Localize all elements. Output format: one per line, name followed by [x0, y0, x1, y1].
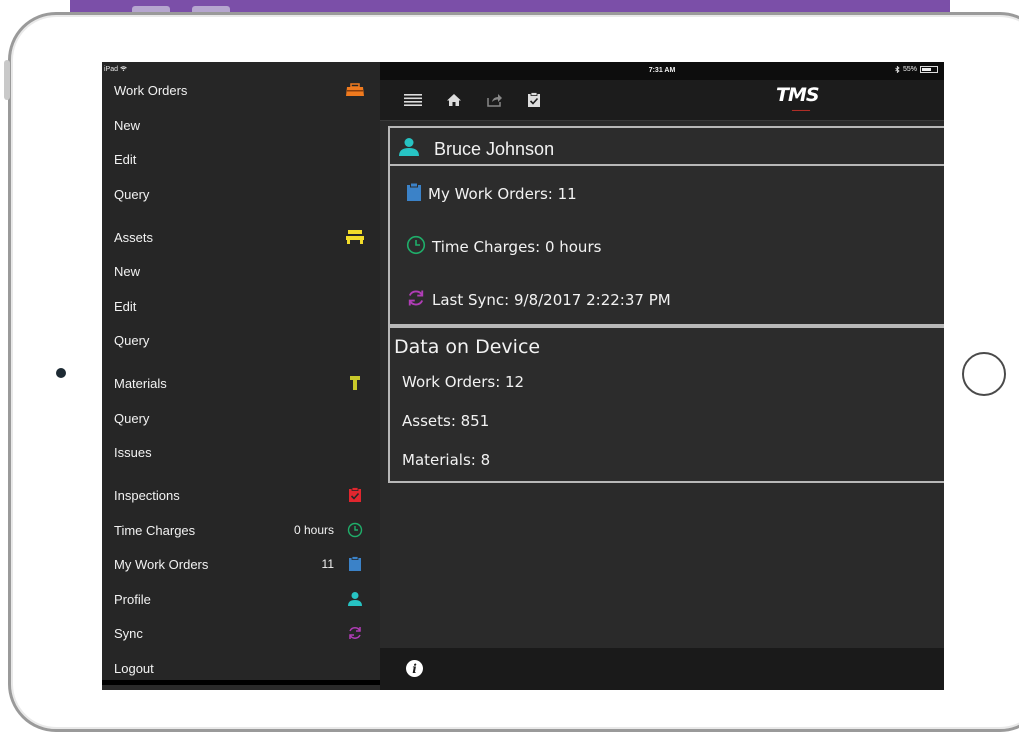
inspection-clipboard-icon — [344, 485, 366, 505]
sidebar-item-materials[interactable]: Materials — [114, 373, 366, 393]
volume-button — [4, 60, 10, 100]
sidebar-item-work-orders-new[interactable]: New — [114, 115, 366, 135]
status-bar: 7:31 AM 55% — [380, 62, 944, 80]
status-time: 7:31 AM — [648, 67, 676, 74]
main-content: 7:31 AM 55% TMS ━━━━━━ Bruce Johnson My … — [380, 62, 944, 690]
menu-button[interactable] — [402, 90, 424, 110]
sidebar-menu: iPad Work Orders New Edit Query Assets N… — [102, 62, 380, 685]
user-summary-panel: My Work Orders: 11 Time Charges: 0 hours… — [388, 164, 944, 326]
sidebar-bottom-edge — [102, 680, 380, 685]
info-button[interactable]: i — [406, 660, 423, 677]
share-button[interactable] — [484, 90, 506, 110]
sidebar-item-inspections[interactable]: Inspections — [114, 485, 366, 505]
sync-icon — [406, 288, 426, 312]
sidebar-item-work-orders[interactable]: Work Orders — [114, 80, 366, 100]
assets-icon — [344, 227, 366, 247]
checklist-button[interactable] — [523, 90, 545, 110]
user-header-panel: Bruce Johnson — [388, 126, 944, 166]
device-assets-count: Assets: 851 — [402, 412, 490, 430]
sync-icon — [344, 623, 366, 643]
my-work-orders-count: 11 — [321, 557, 334, 571]
user-icon — [398, 137, 420, 162]
sidebar-item-materials-query[interactable]: Query — [114, 408, 366, 428]
home-nav-button[interactable] — [443, 90, 465, 110]
share-icon — [487, 94, 502, 107]
device-work-orders-count: Work Orders: 12 — [402, 373, 525, 391]
sidebar-item-my-work-orders[interactable]: My Work Orders 11 — [114, 554, 366, 574]
toolbox-icon — [344, 80, 366, 100]
battery-indicator: 55% — [895, 66, 938, 73]
clipboard-check-icon — [528, 92, 540, 107]
sidebar-item-time-charges[interactable]: Time Charges 0 hours — [114, 520, 366, 540]
bottom-toolbar: i — [380, 648, 944, 690]
last-sync-row[interactable]: Last Sync: 9/8/2017 2:22:37 PM — [406, 288, 671, 312]
sidebar-item-assets-query[interactable]: Query — [114, 330, 366, 350]
sidebar-item-logout[interactable]: Logout — [114, 658, 366, 678]
user-icon — [344, 589, 366, 609]
wifi-icon — [120, 66, 127, 71]
sidebar-item-materials-issues[interactable]: Issues — [114, 442, 366, 462]
clipboard-icon — [344, 554, 366, 574]
materials-icon — [344, 373, 366, 393]
clock-icon — [406, 235, 426, 259]
data-on-device-title: Data on Device — [394, 336, 541, 358]
sidebar-item-sync[interactable]: Sync — [114, 623, 366, 643]
sidebar-item-assets[interactable]: Assets — [114, 227, 366, 247]
battery-percent: 55% — [902, 66, 917, 73]
time-charges-value: 0 hours — [293, 523, 334, 537]
sidebar-item-work-orders-query[interactable]: Query — [114, 184, 366, 204]
time-charges-row[interactable]: Time Charges: 0 hours — [406, 235, 601, 259]
clock-icon — [344, 520, 366, 540]
hamburger-icon — [404, 94, 422, 106]
home-button[interactable] — [962, 352, 1006, 396]
my-work-orders-row[interactable]: My Work Orders: 11 — [406, 182, 577, 206]
sidebar-item-profile[interactable]: Profile — [114, 589, 366, 609]
user-name: Bruce Johnson — [434, 139, 555, 159]
app-screen: iPad Work Orders New Edit Query Assets N… — [102, 62, 944, 690]
front-camera — [56, 368, 66, 378]
home-icon — [447, 94, 461, 106]
battery-icon — [920, 66, 938, 73]
sidebar-item-assets-edit[interactable]: Edit — [114, 296, 366, 316]
clipboard-icon — [406, 182, 422, 206]
device-materials-count: Materials: 8 — [402, 451, 491, 469]
info-icon: i — [412, 661, 417, 676]
logo-tagline: ━━━━━━ — [792, 108, 811, 114]
sidebar-item-work-orders-edit[interactable]: Edit — [114, 149, 366, 169]
sidebar-item-assets-new[interactable]: New — [114, 261, 366, 281]
data-on-device-panel: Data on Device Work Orders: 12 Assets: 8… — [388, 326, 944, 483]
tms-logo: TMS ━━━━━━ — [776, 84, 820, 114]
bluetooth-icon — [895, 66, 900, 73]
carrier-label: iPad — [104, 66, 127, 73]
nav-bar: TMS ━━━━━━ — [380, 80, 944, 121]
